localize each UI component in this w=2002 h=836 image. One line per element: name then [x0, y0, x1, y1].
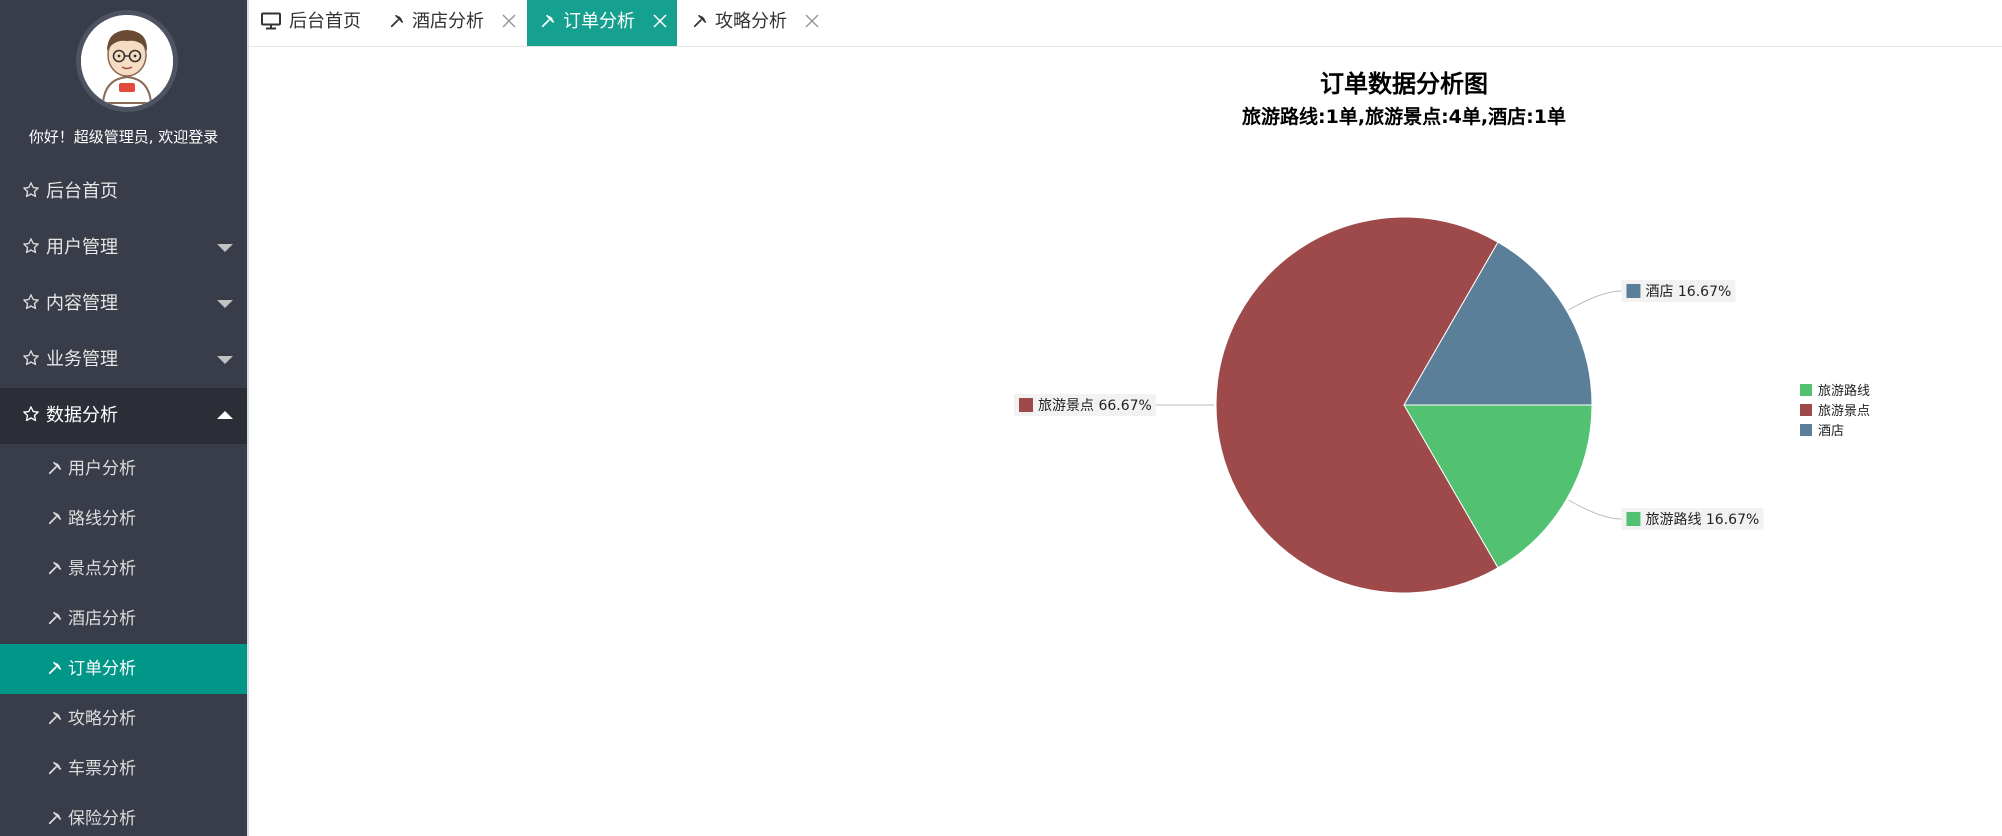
star-outline-icon: [23, 406, 39, 422]
sidebar-item-label: 数据分析: [46, 405, 118, 426]
sidebar-subitem-label: 保险分析: [68, 809, 136, 829]
tools-icon: [48, 711, 62, 725]
tools-icon: [48, 811, 62, 825]
star-outline-icon: [23, 294, 39, 310]
close-icon[interactable]: [653, 14, 667, 28]
sidebar-item-label: 内容管理: [46, 293, 118, 314]
tab-label: 后台首页: [289, 11, 361, 32]
sidebar-item-business-management[interactable]: 业务管理: [0, 332, 247, 388]
chart-container: 订单数据分析图 旅游路线:1单,旅游景点:4单,酒店:1单 旅游路线 16.67…: [249, 47, 2002, 836]
sidebar-subitem-order-analysis[interactable]: 订单分析: [0, 644, 247, 694]
sidebar-subitem-label: 用户分析: [68, 459, 136, 479]
tab-order-analysis[interactable]: 订单分析: [527, 0, 677, 46]
sidebar-item-content-management[interactable]: 内容管理: [0, 276, 247, 332]
star-outline-icon: [23, 182, 39, 198]
tools-icon: [48, 611, 62, 625]
tools-icon: [48, 761, 62, 775]
sidebar-item-label: 用户管理: [46, 237, 118, 258]
legend-swatch[interactable]: [1800, 404, 1812, 416]
data-label: 旅游路线 16.67%: [1645, 512, 1759, 528]
label-leader-line: [1568, 499, 1622, 520]
sidebar-subitem-route-analysis[interactable]: 路线分析: [0, 494, 247, 544]
star-outline-icon: [23, 238, 39, 254]
tools-icon: [693, 14, 707, 28]
chart-subtitle: 旅游路线:1单,旅游景点:4单,酒店:1单: [1242, 105, 1566, 128]
avatar[interactable]: [76, 10, 178, 112]
tab-guide-analysis[interactable]: 攻略分析: [693, 0, 819, 46]
label-leader-line: [1568, 290, 1622, 311]
tab-home[interactable]: 后台首页: [261, 0, 361, 46]
data-label-swatch: [1626, 284, 1641, 298]
legend-label[interactable]: 旅游景点: [1818, 404, 1870, 419]
tools-icon: [48, 661, 62, 675]
sidebar-subitem-user-analysis[interactable]: 用户分析: [0, 444, 247, 494]
sidebar-item-label: 后台首页: [46, 181, 118, 202]
chevron-down-icon: [217, 244, 233, 252]
tab-bar: 后台首页 酒店分析 订单分析 攻略分析: [249, 0, 2002, 47]
sidebar-subitem-hotel-analysis[interactable]: 酒店分析: [0, 594, 247, 644]
sidebar-subitem-label: 订单分析: [68, 659, 136, 679]
legend-swatch[interactable]: [1800, 384, 1812, 396]
tools-icon: [541, 14, 555, 28]
sidebar-subitem-label: 酒店分析: [68, 609, 136, 629]
legend-label[interactable]: 旅游路线: [1818, 383, 1870, 399]
star-outline-icon: [23, 350, 39, 366]
sidebar-subitem-ticket-analysis[interactable]: 车票分析: [0, 744, 247, 794]
data-label-swatch: [1019, 398, 1033, 412]
welcome-text: 你好！超级管理员, 欢迎登录: [28, 128, 219, 146]
data-label-swatch: [1626, 512, 1641, 526]
sidebar-subitem-guide-analysis[interactable]: 攻略分析: [0, 694, 247, 744]
monitor-icon: [261, 12, 281, 30]
tools-icon: [390, 14, 404, 28]
sidebar-subitem-label: 景点分析: [68, 559, 136, 579]
sidebar-item-label: 业务管理: [46, 349, 118, 370]
tools-icon: [48, 461, 62, 475]
sidebar-subitem-insurance-analysis[interactable]: 保险分析: [0, 794, 247, 836]
legend-swatch[interactable]: [1800, 424, 1812, 436]
sidebar-subitem-label: 攻略分析: [68, 709, 136, 729]
order-pie-chart: 订单数据分析图 旅游路线:1单,旅游景点:4单,酒店:1单 旅游路线 16.67…: [1014, 70, 1870, 594]
avatar-cartoon-icon: [81, 15, 173, 107]
sidebar: 你好！超级管理员, 欢迎登录 后台首页 用户管理 内容管理 业务管理 数据分析 …: [0, 0, 247, 836]
sidebar-item-home[interactable]: 后台首页: [0, 164, 247, 220]
chevron-down-icon: [217, 300, 233, 308]
sidebar-subitem-label: 车票分析: [68, 759, 136, 779]
sidebar-item-user-management[interactable]: 用户管理: [0, 220, 247, 276]
close-icon[interactable]: [805, 14, 819, 28]
tab-label: 攻略分析: [715, 11, 787, 32]
tab-label: 订单分析: [563, 11, 635, 32]
close-icon[interactable]: [502, 14, 516, 28]
data-label: 旅游景点 66.67%: [1038, 398, 1152, 414]
tab-label: 酒店分析: [412, 11, 484, 32]
chart-title: 订单数据分析图: [1320, 70, 1488, 98]
sidebar-item-data-analysis[interactable]: 数据分析: [0, 388, 247, 444]
legend-label[interactable]: 酒店: [1818, 424, 1844, 439]
tools-icon: [48, 511, 62, 525]
tools-icon: [48, 561, 62, 575]
sidebar-subitem-label: 路线分析: [68, 509, 136, 529]
sidebar-subitem-attraction-analysis[interactable]: 景点分析: [0, 544, 247, 594]
tab-hotel-analysis[interactable]: 酒店分析: [390, 0, 516, 46]
sidebar-menu: 后台首页 用户管理 内容管理 业务管理 数据分析 用户分析 路线分析 景点分析 …: [0, 164, 247, 836]
chevron-up-icon: [217, 411, 233, 419]
data-label: 酒店 16.67%: [1645, 284, 1731, 300]
chevron-down-icon: [217, 356, 233, 364]
